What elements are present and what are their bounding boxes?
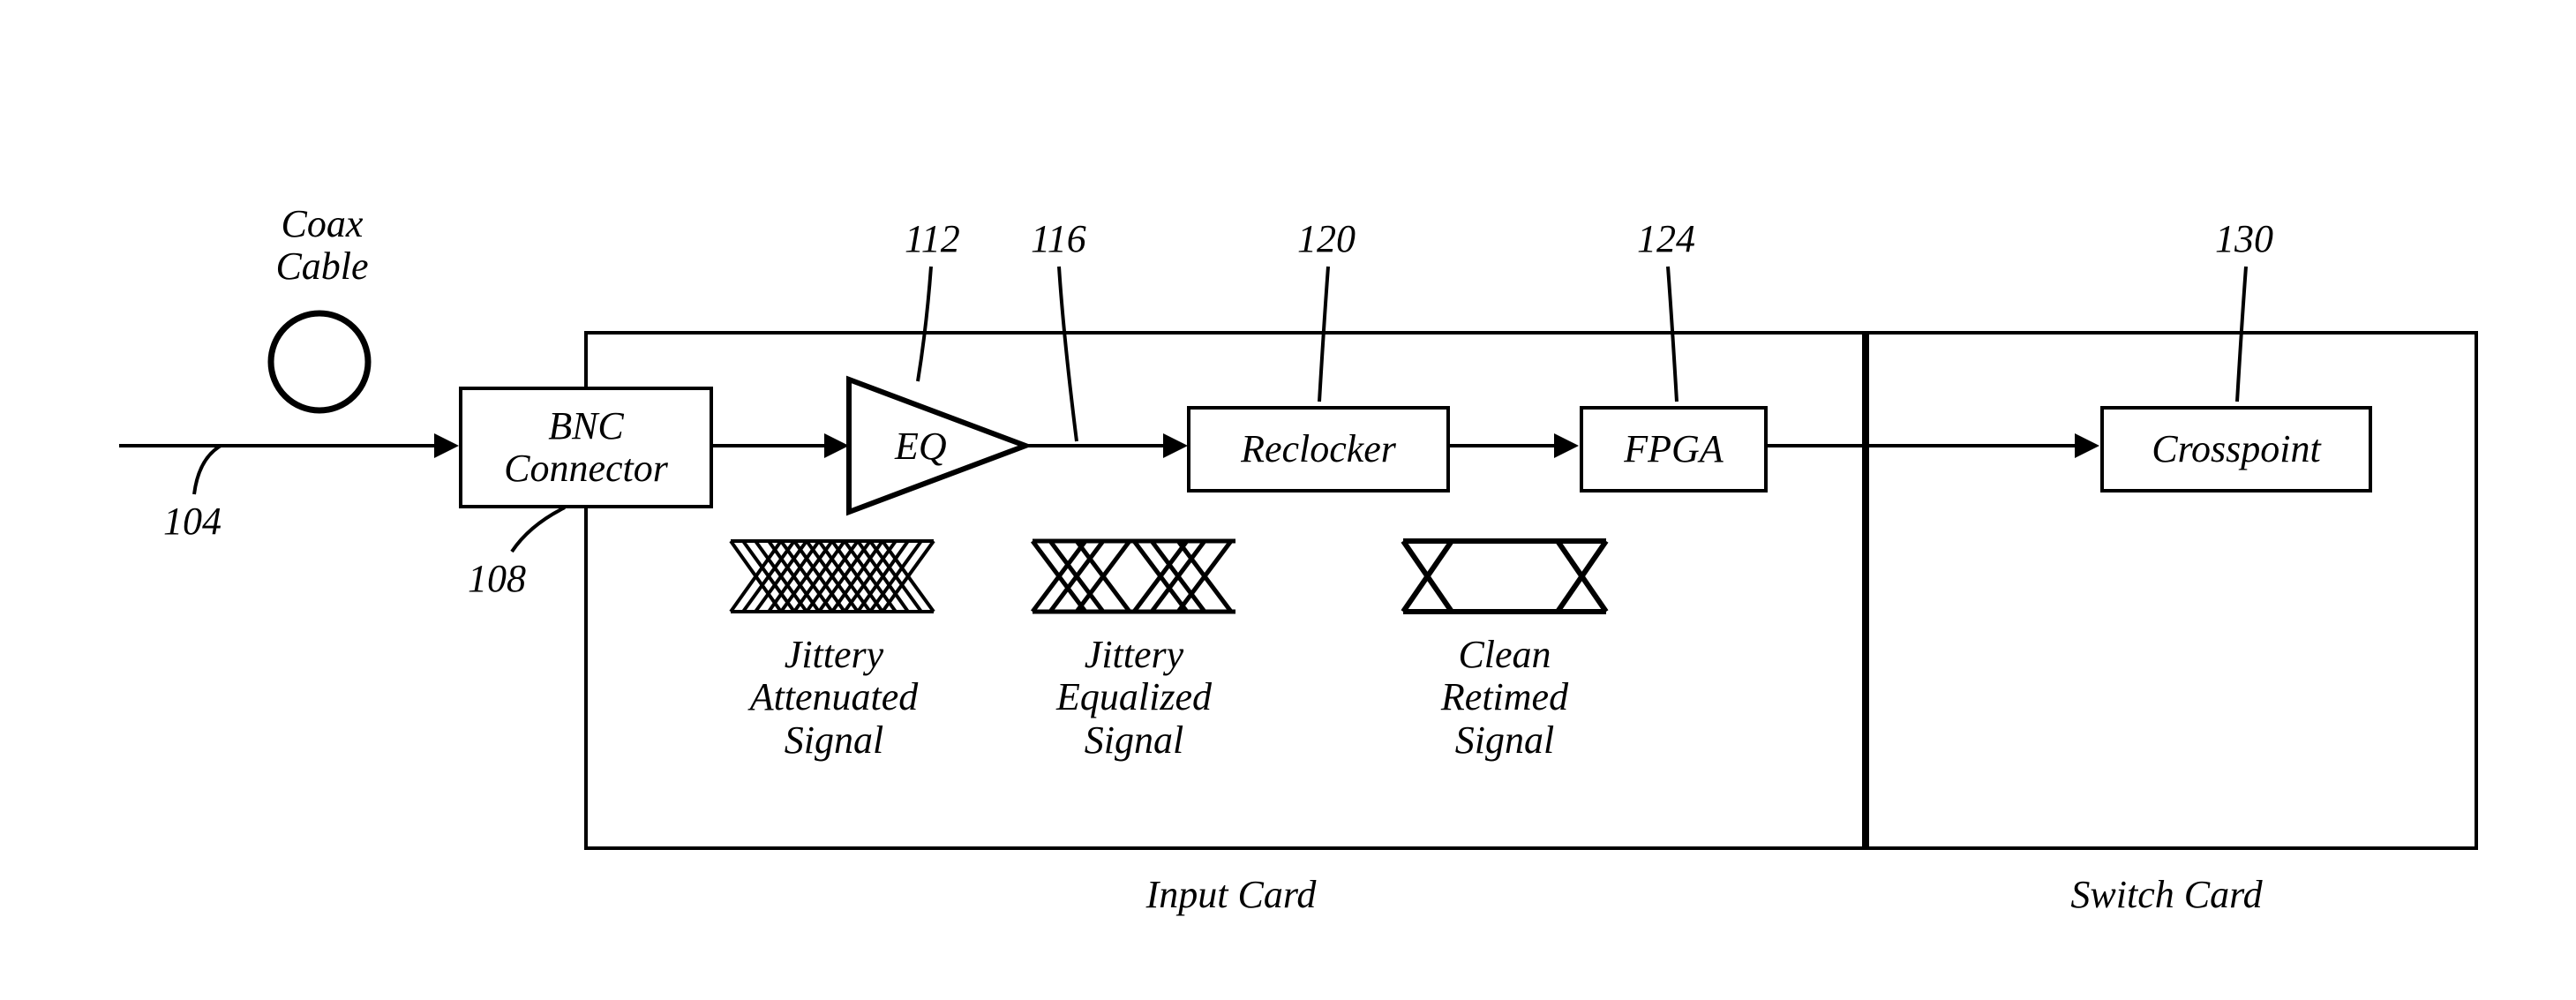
- ref-130: 130: [2215, 216, 2273, 261]
- leader-lines: [0, 0, 2576, 1000]
- ref-124: 124: [1637, 216, 1695, 261]
- ref-104: 104: [163, 499, 222, 544]
- ref-120: 120: [1297, 216, 1356, 261]
- ref-108: 108: [468, 556, 526, 601]
- ref-116: 116: [1031, 216, 1086, 261]
- ref-112: 112: [905, 216, 960, 261]
